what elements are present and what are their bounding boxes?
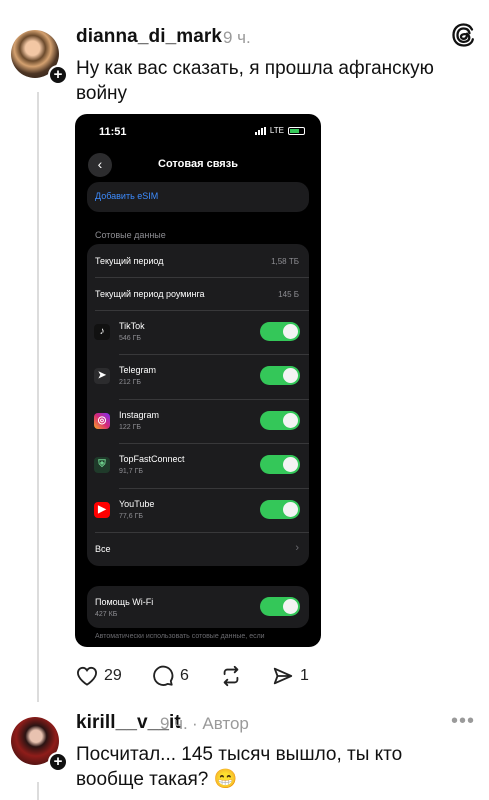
send-icon (273, 667, 293, 685)
all-apps-row[interactable]: Все › (87, 532, 309, 566)
heart-icon (76, 666, 98, 686)
app-usage: 122 ГБ (119, 424, 142, 431)
instagram-icon: ◎ (94, 413, 110, 429)
youtube-data-toggle[interactable] (260, 500, 300, 519)
screen-title: Сотовая связь (158, 158, 238, 170)
threads-logo-icon[interactable] (451, 22, 477, 48)
app-usage: 546 ГБ (119, 335, 142, 342)
follow-plus-icon[interactable]: + (48, 65, 68, 85)
status-time: 11:51 (99, 126, 127, 138)
tiktok-data-toggle[interactable] (260, 322, 300, 341)
telegram-icon: ➤ (94, 368, 110, 384)
wifi-assist-card: Помощь Wi-Fi 427 КБ (87, 586, 309, 628)
post-time: 9 ч. (223, 28, 251, 47)
roaming-row: Текущий период роуминга 145 Б (87, 277, 309, 310)
all-apps-label: Все (95, 544, 111, 554)
chevron-right-icon: › (295, 542, 299, 554)
app-usage: 91,7 ГБ (119, 468, 143, 475)
share-count: 1 (300, 667, 309, 684)
tiktok-icon: ♪ (94, 324, 110, 340)
repost-icon (223, 665, 239, 687)
app-row-topfastconnect: ⛨ TopFastConnect 91,7 ГБ (87, 443, 309, 488)
shield-icon: ⛨ (94, 457, 110, 473)
app-name: YouTube (119, 499, 155, 509)
app-row-instagram: ◎ Instagram 122 ГБ (87, 399, 309, 443)
wifi-assist-usage: 427 КБ (95, 611, 118, 618)
post-text: Ну как вас сказать, я прошла афганскую в… (76, 58, 434, 104)
app-usage: 77,6 ГБ (119, 513, 143, 520)
comment-count: 6 (180, 667, 189, 684)
app-name: Telegram (119, 365, 157, 375)
app-row-tiktok: ♪ TikTok 546 ГБ (87, 310, 309, 354)
app-usage: 212 ГБ (119, 379, 142, 386)
current-period-value: 1,58 ТБ (271, 257, 299, 266)
attached-screenshot[interactable]: 11:51 LTE ‹ Сотовая связь Добавить eSIM … (75, 114, 321, 647)
app-row-youtube: ▶ YouTube 77,6 ГБ (87, 488, 309, 532)
footer-note: Автоматически использовать сотовые данны… (95, 633, 265, 640)
like-count: 29 (104, 667, 122, 684)
esim-card: Добавить eSIM (87, 182, 309, 212)
post-username[interactable]: dianna_di_mark (76, 26, 222, 48)
youtube-icon: ▶ (94, 502, 110, 518)
add-esim-link[interactable]: Добавить eSIM (95, 191, 158, 201)
topfastconnect-data-toggle[interactable] (260, 455, 300, 474)
thread-line-continuation (37, 782, 39, 800)
comment-button[interactable]: 6 (152, 664, 189, 688)
roaming-label: Текущий период роуминга (95, 289, 205, 299)
follow-plus-icon[interactable]: + (48, 752, 68, 772)
wifi-assist-toggle[interactable] (260, 597, 300, 616)
thread-line (37, 92, 39, 702)
section-label: Сотовые данные (95, 230, 166, 240)
status-bar: 11:51 LTE (75, 114, 321, 154)
app-name: TikTok (119, 321, 145, 331)
current-period-row: Текущий период 1,58 ТБ (87, 244, 309, 277)
reply-text-line-1: Посчитал... 145 тысяч вышло, ты кто (76, 744, 403, 765)
roaming-value: 145 Б (278, 290, 299, 299)
telegram-data-toggle[interactable] (260, 366, 300, 385)
like-button[interactable]: 29 (76, 664, 122, 688)
signal-icon (254, 126, 266, 135)
share-button[interactable]: 1 (272, 664, 309, 688)
app-name: Instagram (119, 410, 160, 420)
current-period-label: Текущий период (95, 256, 164, 266)
repost-button[interactable] (220, 664, 242, 688)
app-row-telegram: ➤ Telegram 212 ГБ (87, 354, 309, 399)
reply-time: 9 ч. (160, 714, 188, 733)
comment-icon (153, 665, 174, 686)
network-type: LTE (269, 126, 284, 135)
app-name: TopFastConnect (119, 454, 185, 464)
more-options-icon[interactable]: ••• (451, 710, 475, 733)
cellular-data-card: Текущий период 1,58 ТБ Текущий период ро… (87, 244, 309, 566)
wifi-assist-label: Помощь Wi-Fi (95, 597, 154, 607)
author-badge: · Автор (192, 714, 249, 733)
battery-icon (288, 126, 305, 135)
reply-text-line-2: вообще такая? 😁 (76, 769, 238, 790)
status-indicators: LTE (254, 126, 305, 135)
instagram-data-toggle[interactable] (260, 411, 300, 430)
